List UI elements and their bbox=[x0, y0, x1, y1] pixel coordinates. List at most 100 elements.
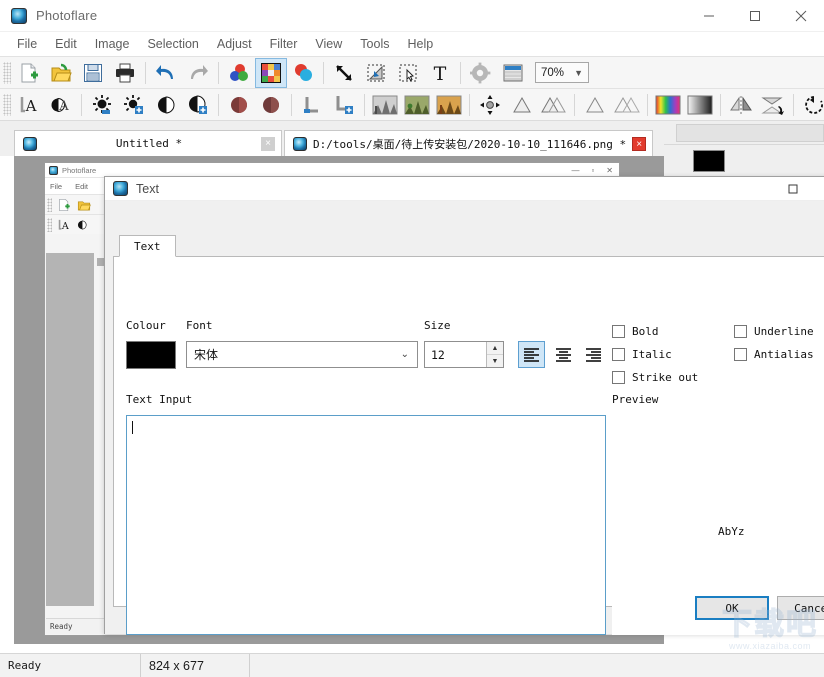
toolbar-grip[interactable] bbox=[47, 217, 52, 232]
checkbox-box[interactable] bbox=[612, 325, 625, 338]
size-spinbox[interactable]: 12 ▲ ▼ bbox=[424, 341, 504, 368]
font-combobox[interactable]: 宋体 ⌄ bbox=[186, 341, 418, 368]
histogram-grey-icon[interactable] bbox=[369, 90, 401, 120]
new-file-icon[interactable] bbox=[13, 58, 45, 88]
document-tab-png[interactable]: D:/tools/桌面/待上传安装包/2020-10-10_111646.png… bbox=[284, 130, 654, 156]
menu-edit[interactable]: Edit bbox=[46, 34, 86, 54]
colour-picker-icon[interactable] bbox=[223, 58, 255, 88]
sharpen-more-icon[interactable] bbox=[611, 90, 643, 120]
stepper-down-icon[interactable]: ▼ bbox=[487, 355, 503, 367]
flip-vertical-icon[interactable] bbox=[757, 90, 789, 120]
text-tool-icon[interactable]: T bbox=[424, 58, 456, 88]
checkbox-box[interactable] bbox=[734, 348, 747, 361]
text-input-field[interactable] bbox=[126, 415, 606, 635]
colour-balance-icon[interactable] bbox=[287, 58, 319, 88]
statusbar: Ready 824 x 677 bbox=[0, 653, 824, 677]
close-icon[interactable]: × bbox=[261, 136, 275, 151]
minimize-icon[interactable] bbox=[686, 0, 732, 32]
maximize-icon[interactable] bbox=[732, 0, 778, 32]
text-fill-icon[interactable] bbox=[74, 216, 94, 234]
undo-icon[interactable] bbox=[150, 58, 182, 88]
antialias-checkbox[interactable]: Antialias bbox=[734, 348, 814, 361]
save-icon[interactable] bbox=[77, 58, 109, 88]
open-folder-icon[interactable] bbox=[45, 58, 77, 88]
toolbar-grip[interactable] bbox=[47, 197, 52, 212]
histogram-green-icon[interactable] bbox=[401, 90, 433, 120]
menu-adjust[interactable]: Adjust bbox=[208, 34, 261, 54]
align-left-button[interactable] bbox=[518, 341, 545, 368]
histogram-orange-icon[interactable] bbox=[433, 90, 465, 120]
text-dialog[interactable]: Text Text Colour Font Size Text Input Pr… bbox=[104, 176, 824, 635]
menu-help[interactable]: Help bbox=[398, 34, 442, 54]
ok-button[interactable]: OK bbox=[695, 596, 769, 620]
menu-file[interactable]: File bbox=[8, 34, 46, 54]
menu-view[interactable]: View bbox=[306, 34, 351, 54]
align-center-button[interactable] bbox=[550, 341, 577, 368]
toolbar-grip[interactable] bbox=[3, 93, 11, 116]
flip-horizontal-icon[interactable] bbox=[725, 90, 757, 120]
free-transform-icon[interactable] bbox=[360, 58, 392, 88]
underline-checkbox[interactable]: Underline bbox=[734, 325, 814, 338]
colour-swatch-button[interactable] bbox=[126, 341, 176, 369]
foreground-colour-swatch[interactable] bbox=[693, 150, 725, 172]
stepper-up-icon[interactable]: ▲ bbox=[487, 342, 503, 355]
blur-icon[interactable] bbox=[506, 90, 538, 120]
rotate-left-icon[interactable] bbox=[798, 90, 824, 120]
toolbar-grip[interactable] bbox=[3, 61, 11, 84]
menu-filter[interactable]: Filter bbox=[261, 34, 307, 54]
cancel-button[interactable]: Cancel bbox=[777, 596, 824, 620]
levels-plus-icon[interactable] bbox=[328, 90, 360, 120]
align-right-button[interactable] bbox=[580, 341, 607, 368]
levels-icon[interactable] bbox=[296, 90, 328, 120]
maximize-icon[interactable]: ▫ bbox=[591, 166, 594, 175]
blur-more-icon[interactable] bbox=[538, 90, 570, 120]
brightness-icon[interactable] bbox=[86, 90, 118, 120]
rainbow-gradient-icon[interactable] bbox=[652, 90, 684, 120]
close-icon[interactable]: ✕ bbox=[606, 166, 613, 175]
close-icon[interactable]: × bbox=[632, 136, 647, 151]
menu-tools[interactable]: Tools bbox=[351, 34, 398, 54]
toolbar-separator bbox=[647, 93, 648, 116]
checkbox-box[interactable] bbox=[612, 348, 625, 361]
minimize-icon[interactable]: — bbox=[571, 166, 579, 175]
print-icon[interactable] bbox=[109, 58, 141, 88]
close-icon[interactable] bbox=[811, 177, 824, 201]
move-tool-icon[interactable] bbox=[328, 58, 360, 88]
close-icon[interactable] bbox=[778, 0, 824, 32]
contrast-plus-icon[interactable] bbox=[182, 90, 214, 120]
dialog-tabrow: Text bbox=[113, 235, 824, 257]
menu-selection[interactable]: Selection bbox=[138, 34, 207, 54]
text-left-icon[interactable]: A bbox=[13, 90, 45, 120]
checkbox-box[interactable] bbox=[612, 371, 625, 384]
italic-checkbox[interactable]: Italic bbox=[612, 348, 672, 361]
photoflare-icon bbox=[293, 136, 307, 151]
grey-gradient-icon[interactable] bbox=[684, 90, 716, 120]
background-canvas[interactable] bbox=[46, 253, 94, 606]
bold-checkbox[interactable]: Bold bbox=[612, 325, 659, 338]
text-fill-icon[interactable]: A bbox=[45, 90, 77, 120]
rectangle-select-icon[interactable] bbox=[392, 58, 424, 88]
sharpen-icon[interactable] bbox=[579, 90, 611, 120]
background-menu-edit[interactable]: Edit bbox=[75, 182, 88, 191]
new-file-icon[interactable] bbox=[54, 196, 74, 214]
saturation-icon[interactable] bbox=[223, 90, 255, 120]
open-folder-icon[interactable] bbox=[74, 196, 94, 214]
saturation-alt-icon[interactable] bbox=[255, 90, 287, 120]
contrast-icon[interactable] bbox=[150, 90, 182, 120]
scatter-icon[interactable] bbox=[474, 90, 506, 120]
settings-gear-icon[interactable] bbox=[465, 58, 497, 88]
palette-icon[interactable] bbox=[255, 57, 287, 88]
redo-icon[interactable] bbox=[182, 58, 214, 88]
right-panel-body bbox=[664, 144, 824, 176]
text-left-icon[interactable]: A bbox=[54, 216, 74, 234]
document-tab-untitled[interactable]: Untitled * × bbox=[14, 130, 282, 156]
layers-icon[interactable] bbox=[497, 58, 529, 88]
menu-image[interactable]: Image bbox=[86, 34, 139, 54]
brightness-plus-icon[interactable] bbox=[118, 90, 150, 120]
checkbox-box[interactable] bbox=[734, 325, 747, 338]
strikeout-checkbox[interactable]: Strike out bbox=[612, 371, 698, 384]
background-menu-file[interactable]: File bbox=[50, 182, 62, 191]
maximize-icon[interactable] bbox=[775, 177, 811, 201]
zoom-level-combobox[interactable]: 70% ▼ bbox=[535, 62, 589, 83]
tab-text[interactable]: Text bbox=[119, 235, 176, 257]
